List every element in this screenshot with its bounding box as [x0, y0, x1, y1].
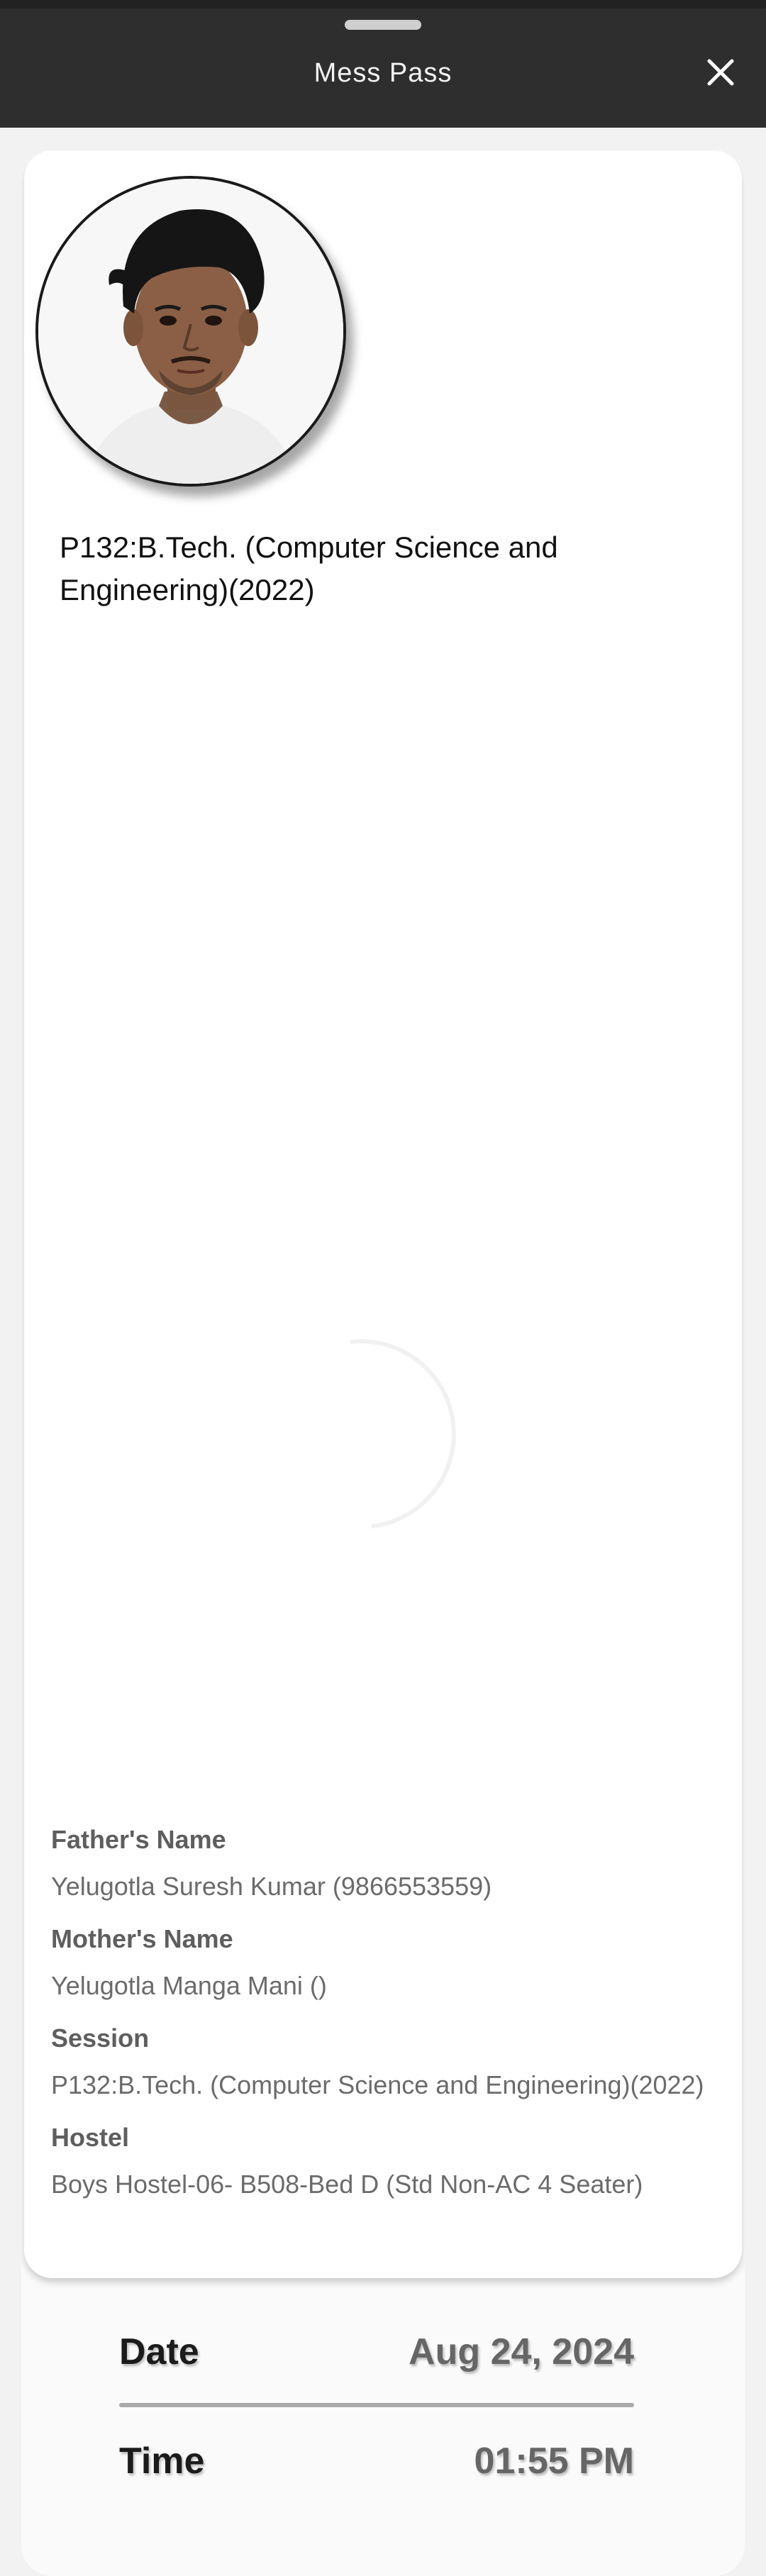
- student-photo-icon: [38, 179, 343, 484]
- time-value: 01:55 PM: [474, 2441, 634, 2482]
- hostel-value: Boys Hostel-06- B508-Bed D (Std Non-AC 4…: [51, 2170, 643, 2199]
- student-details: Father's Name Yelugotla Suresh Kumar (98…: [51, 1824, 718, 2221]
- close-button[interactable]: [695, 51, 746, 94]
- close-icon: [707, 59, 734, 86]
- drag-handle[interactable]: [345, 20, 421, 30]
- mess-pass-page: P132:B.Tech. (Computer Science and Engin…: [21, 150, 745, 2576]
- time-label: Time: [119, 2441, 205, 2482]
- datetime-divider: [119, 2403, 634, 2407]
- date-row: Date Aug 24, 2024: [119, 2324, 634, 2380]
- date-value: Aug 24, 2024: [409, 2331, 634, 2372]
- sheet-title: Mess Pass: [313, 58, 453, 88]
- date-label: Date: [119, 2331, 199, 2372]
- pass-datetime: Date Aug 24, 2024 Time 01:55 PM: [21, 2285, 745, 2576]
- session-label: Session: [51, 2023, 150, 2053]
- father-name-value: Yelugotla Suresh Kumar (9866553559): [51, 1872, 492, 1901]
- avatar: [35, 176, 346, 487]
- time-row: Time 01:55 PM: [119, 2433, 634, 2489]
- mother-name-value: Yelugotla Manga Mani (): [51, 1971, 327, 2000]
- student-card: P132:B.Tech. (Computer Science and Engin…: [24, 150, 742, 2278]
- session-value: P132:B.Tech. (Computer Science and Engin…: [51, 2070, 704, 2099]
- mother-name-label: Mother's Name: [51, 1924, 233, 1953]
- sheet-header: Mess Pass: [0, 0, 766, 128]
- father-name-label: Father's Name: [51, 1825, 226, 1854]
- loading-spinner-icon: [350, 1339, 456, 1528]
- hostel-label: Hostel: [51, 2123, 130, 2152]
- program-title: P132:B.Tech. (Computer Science and Engin…: [60, 531, 558, 606]
